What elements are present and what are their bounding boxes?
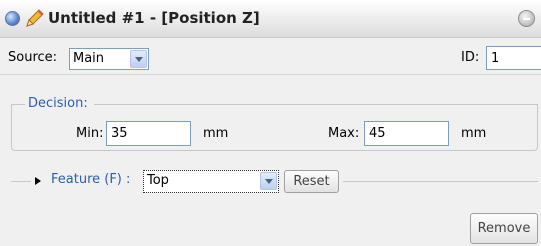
id-label: ID: [461,50,480,65]
source-select-value: Main [73,51,105,66]
source-label: Source: [8,50,58,65]
feature-select[interactable]: Top [143,170,279,193]
id-input[interactable]: 1 [486,46,541,70]
window-title: Untitled #1 - [Position Z] [48,9,260,27]
feature-line-right [343,181,538,182]
feature-line-left [11,181,31,182]
min-unit: mm [203,126,229,141]
divider [0,74,541,75]
source-select[interactable]: Main [69,48,149,70]
chevron-down-icon[interactable] [130,50,147,68]
remove-button[interactable]: Remove [470,213,538,244]
reset-button[interactable]: Reset [284,170,339,193]
feature-label: Feature (F) : [51,172,131,187]
min-input[interactable]: 35 [106,121,191,146]
title-bar: Untitled #1 - [Position Z] [0,0,541,38]
max-label: Max: [328,126,360,141]
window-icon [5,11,20,26]
chevron-down-icon[interactable] [260,172,277,190]
feature-select-value: Top [147,173,169,188]
pencil-icon [26,9,44,27]
expand-arrow-icon[interactable] [35,177,41,185]
collapse-icon[interactable] [518,10,535,27]
min-label: Min: [76,126,104,141]
max-unit: mm [461,126,487,141]
max-input[interactable]: 45 [364,121,449,146]
